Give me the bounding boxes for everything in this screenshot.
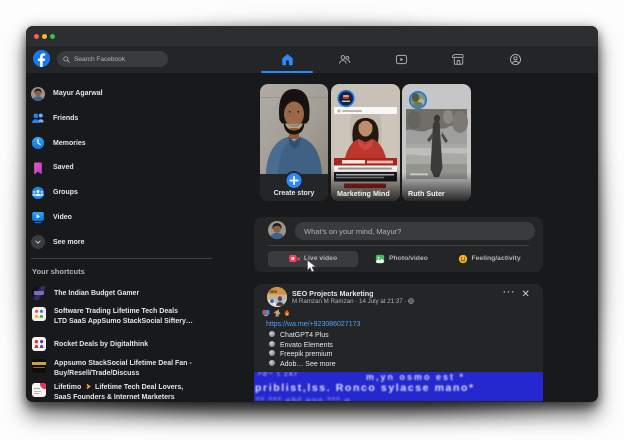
svg-text:Marketing Mind: Marketing Mind: [337, 189, 390, 198]
svg-text:Ruth Suter: Ruth Suter: [408, 189, 445, 198]
svg-text:inte: inte: [270, 289, 278, 294]
svg-text:Create story: Create story: [274, 190, 315, 197]
